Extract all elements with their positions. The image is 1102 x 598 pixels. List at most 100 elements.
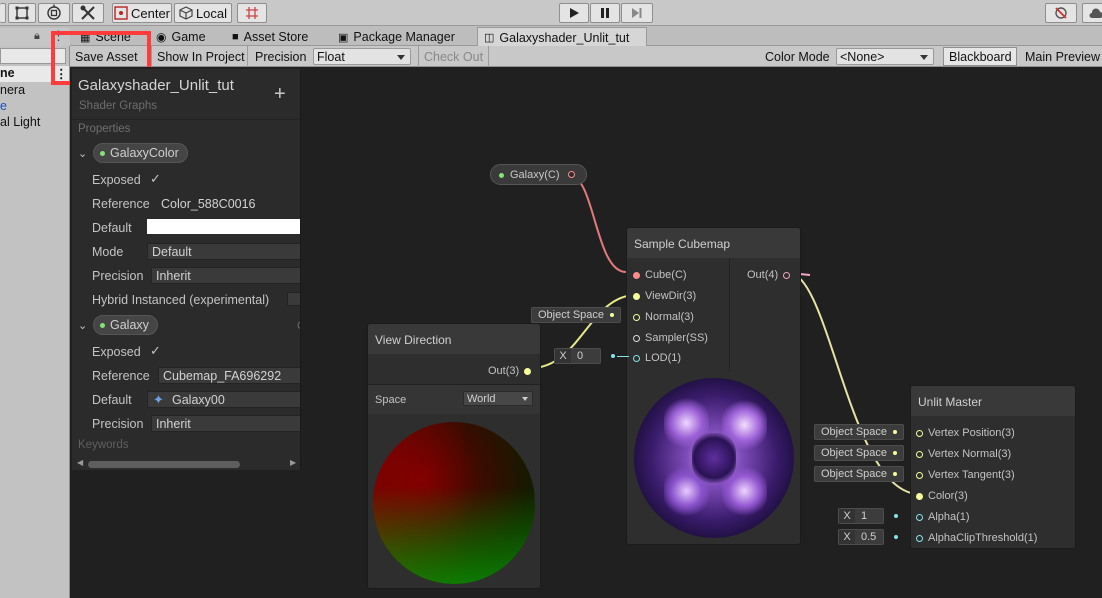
reference-field[interactable]: Color_588C0016: [156, 195, 300, 212]
vertex-normal-port[interactable]: Vertex Normal(3): [916, 448, 1011, 460]
lod-value: 0: [577, 350, 584, 362]
vertex-position-port[interactable]: Vertex Position(3): [916, 427, 1015, 439]
normal-space-field[interactable]: Object Space: [531, 307, 622, 323]
blackboard-toggle[interactable]: Blackboard: [943, 47, 1017, 66]
vertex-position-space-field[interactable]: Object Space: [814, 424, 905, 440]
exposed-checkbox[interactable]: ✓: [150, 171, 161, 187]
unlit-master-node[interactable]: Unlit Master Vertex Position(3) Vertex N…: [910, 385, 1076, 549]
alpha-value: 1: [861, 510, 868, 522]
scroll-right-icon[interactable]: ▶: [290, 458, 296, 467]
keywords-header: Keywords: [78, 439, 129, 451]
precision-dropdown[interactable]: Inherit: [151, 267, 300, 284]
port-dot-icon: [524, 367, 532, 375]
editor-tab-bar: 🔒︎ ⋮ ▦ Scene ◉ Game ■ Asset Store ▣ Pack…: [0, 26, 1102, 47]
tool-button-partial[interactable]: [0, 3, 6, 23]
space-value: Object Space: [538, 309, 605, 321]
pivot-center-button[interactable]: Center: [112, 3, 172, 23]
cubemap-out-port[interactable]: Out(4): [747, 269, 791, 281]
sample-cubemap-title: Sample Cubemap: [627, 228, 800, 258]
property-pill-galaxy[interactable]: Galaxy: [93, 315, 158, 335]
alpha-port[interactable]: Alpha(1): [916, 511, 970, 523]
sample-cubemap-node[interactable]: Sample Cubemap Cube(C) ViewDir(3) Normal…: [626, 227, 801, 545]
scroll-left-icon[interactable]: ◀: [77, 458, 83, 467]
alpha-value-field[interactable]: X 1: [838, 508, 884, 524]
step-icon[interactable]: [621, 3, 653, 23]
hierarchy-item-label: e: [0, 99, 7, 113]
mode-dropdown[interactable]: Default: [147, 243, 300, 260]
tab-shader-graph-label: Galaxyshader_Unlit_tut: [499, 30, 630, 45]
view-direction-out-port[interactable]: Out(3): [488, 365, 532, 377]
pause-icon[interactable]: [590, 3, 620, 23]
space-value: World: [467, 393, 496, 405]
rect-tool-icon[interactable]: [8, 3, 36, 23]
show-in-project-label: Show In Project: [157, 49, 245, 64]
exposed-checkbox[interactable]: ✓: [150, 343, 161, 359]
axis-label: X: [839, 509, 855, 523]
precision-dropdown[interactable]: Inherit: [151, 415, 300, 432]
port-dot-icon: [633, 313, 640, 321]
lock-icon[interactable]: 🔒︎: [34, 30, 40, 43]
color-port[interactable]: Color(3): [916, 490, 968, 502]
galaxy-property-node[interactable]: Galaxy(C): [490, 164, 587, 185]
show-in-project-button[interactable]: Show In Project: [152, 46, 248, 67]
scrollbar-thumb[interactable]: [88, 461, 240, 468]
cube-input-port[interactable]: Cube(C): [633, 269, 687, 281]
add-property-button[interactable]: +: [274, 83, 286, 106]
check-out-button[interactable]: Check Out: [418, 46, 490, 67]
property-pill-galaxycolor[interactable]: GalaxyColor: [93, 143, 188, 163]
default-cubemap-field[interactable]: ✦ Galaxy00: [147, 391, 300, 408]
tab-asset-store[interactable]: ■ Asset Store: [226, 28, 314, 46]
clip-threshold-value-field[interactable]: X 0.5: [838, 529, 884, 545]
viewdir-input-port[interactable]: ViewDir(3): [633, 290, 696, 302]
vertex-tangent-space-field[interactable]: Object Space: [814, 466, 905, 482]
hierarchy-item-camera[interactable]: nera: [0, 83, 25, 97]
chevron-down-icon[interactable]: ⌄: [78, 147, 87, 160]
default-color-swatch[interactable]: [147, 219, 300, 234]
game-icon: ◉: [156, 30, 167, 44]
play-icon[interactable]: [559, 3, 589, 23]
main-preview-toggle-label: Main Preview: [1025, 49, 1101, 64]
port-label: Out(3): [488, 365, 520, 377]
default-label: Default: [92, 221, 132, 235]
chevron-down-icon[interactable]: ⌄: [78, 319, 87, 332]
connector-dot-icon: [893, 451, 898, 455]
lod-input-port[interactable]: LOD(1): [633, 352, 681, 364]
reference-field[interactable]: Cubemap_FA696292: [158, 367, 300, 384]
transform-tool-icon[interactable]: [38, 3, 70, 23]
connector-dot-icon: [894, 535, 898, 539]
lod-value-field[interactable]: X 0: [554, 348, 601, 364]
vertex-normal-space-field[interactable]: Object Space: [814, 445, 905, 461]
custom-tool-icon[interactable]: [72, 3, 104, 23]
axis-label: X: [555, 349, 571, 363]
tab-package-manager[interactable]: ▣ Package Manager: [332, 28, 461, 46]
chevron-down-icon: [397, 55, 405, 60]
alpha-clip-threshold-port[interactable]: AlphaClipThreshold(1): [916, 532, 1037, 544]
default-label: Default: [92, 393, 132, 407]
space-value: Object Space: [821, 447, 888, 459]
port-dot-icon: [916, 492, 923, 500]
precision-dropdown[interactable]: Float: [313, 48, 411, 65]
cloud-icon[interactable]: [1082, 3, 1102, 23]
port-dot-icon: [916, 471, 923, 479]
galaxy-output-port[interactable]: [568, 171, 575, 178]
tab-game[interactable]: ◉ Game: [150, 28, 212, 46]
grid-snap-icon[interactable]: [237, 3, 267, 23]
horizontal-scrollbar[interactable]: ◀ ▶: [76, 458, 300, 469]
main-preview-toggle[interactable]: Main Preview: [1020, 46, 1102, 67]
port-label: Cube(C): [645, 269, 687, 281]
sampler-input-port[interactable]: Sampler(SS): [633, 332, 708, 344]
hierarchy-item-light[interactable]: al Light: [0, 115, 40, 129]
port-label: Vertex Normal(3): [928, 448, 1012, 460]
tab-shader-graph[interactable]: ◫ Galaxyshader_Unlit_tut: [477, 27, 647, 47]
collab-icon[interactable]: [1045, 3, 1077, 23]
hierarchy-item-cube[interactable]: e: [0, 99, 7, 113]
view-direction-node[interactable]: View Direction Out(3) Space World: [367, 323, 541, 589]
pivot-local-button[interactable]: Local: [174, 3, 232, 23]
normal-input-port[interactable]: Normal(3): [633, 311, 694, 323]
space-dropdown[interactable]: World: [463, 391, 533, 406]
vertex-tangent-port[interactable]: Vertex Tangent(3): [916, 469, 1015, 481]
color-mode-dropdown[interactable]: <None>: [836, 48, 934, 65]
hybrid-instanced-checkbox[interactable]: [287, 292, 300, 306]
default-cubemap-value: Galaxy00: [172, 392, 225, 407]
preview-gradient: [373, 422, 535, 584]
